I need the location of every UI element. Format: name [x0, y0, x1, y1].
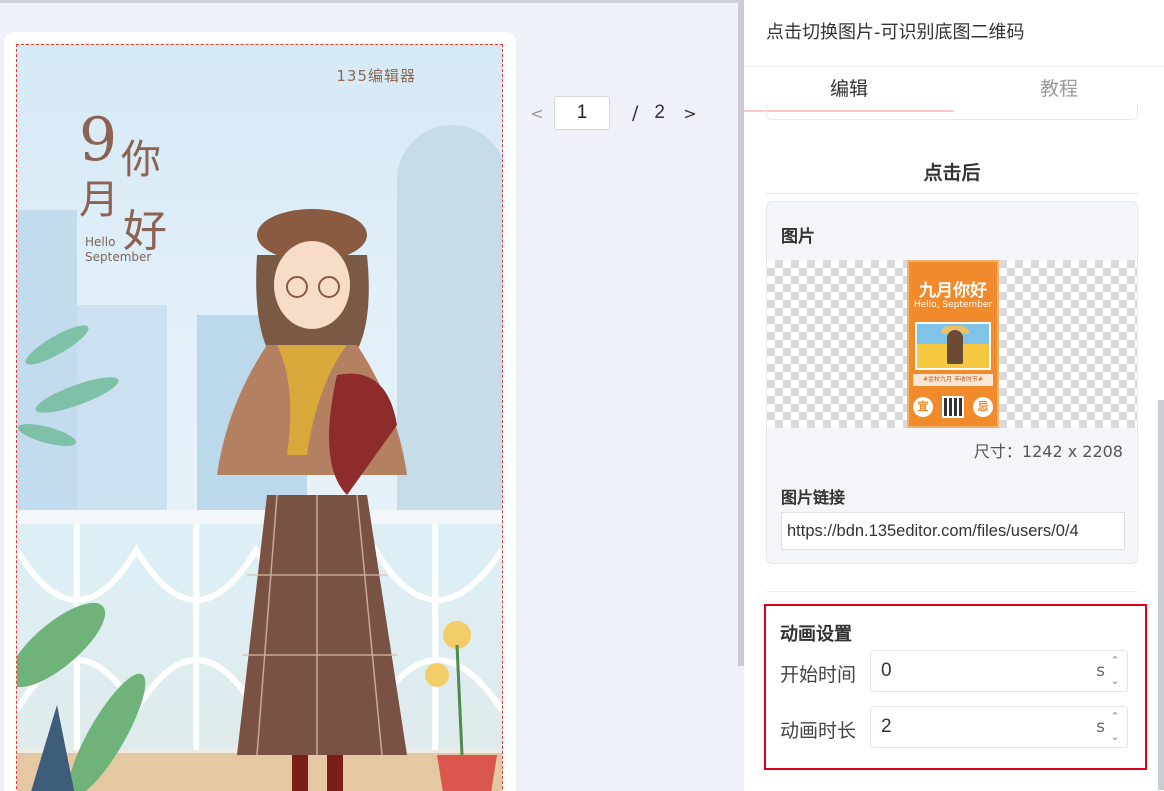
panel-scrollbar[interactable]	[1158, 400, 1164, 790]
panel-title: 点击切换图片-可识别底图二维码	[766, 22, 1025, 43]
leaf-decoration	[17, 325, 119, 446]
next-page-button[interactable]: >	[681, 104, 699, 123]
plant-decoration	[17, 602, 146, 791]
thumbnail-footer: 宜 忌	[913, 390, 993, 424]
image-link-input[interactable]: https://bdn.135editor.com/files/users/0/…	[781, 512, 1125, 550]
poster-brand-text: 135编辑器	[336, 67, 416, 85]
page-total: 2	[654, 102, 665, 123]
thumbnail-subtitle: Hello, September	[913, 300, 993, 310]
thumbnail-banner: #金秋九月 丰收时节#	[913, 374, 993, 386]
image-preview-area[interactable]: 九月你好 Hello, September #金秋九月 丰收时节# 宜 忌	[767, 260, 1137, 428]
divider	[766, 193, 1138, 194]
poster-hello-line2: September	[85, 250, 152, 264]
top-edge-line	[0, 0, 740, 3]
prev-page-button[interactable]: <	[528, 104, 546, 123]
thumbnail-title: 九月你好	[919, 281, 987, 301]
decrement-icon[interactable]: ⌄	[1109, 730, 1121, 744]
image-size-text: 尺寸：1242 x 2208	[973, 442, 1123, 461]
section-heading: 点击后	[923, 162, 981, 184]
duration-unit: s	[1096, 717, 1105, 737]
start-time-unit: s	[1096, 661, 1105, 681]
poster-title-yue: 月	[79, 177, 119, 223]
page-pager: < 1 / 2 >	[528, 96, 699, 130]
decrement-icon[interactable]: ⌄	[1109, 674, 1121, 688]
thumbnail-right-badge: 忌	[973, 397, 993, 417]
increment-icon[interactable]: ⌃	[1109, 710, 1121, 724]
start-time-input[interactable]: 0 s ⌃ ⌄	[870, 650, 1128, 692]
poster-image[interactable]: 135编辑器 9 你 月 好 Hello September	[16, 44, 503, 791]
start-time-label: 开始时间	[780, 664, 857, 686]
farmer-figure	[947, 330, 963, 364]
start-time-value: 0	[881, 660, 892, 681]
image-label: 图片	[781, 227, 815, 247]
girl-illustration	[217, 209, 407, 791]
thumbnail-left-badge: 宜	[913, 397, 933, 417]
page-number-input[interactable]: 1	[554, 96, 610, 130]
poster-title-ni: 你	[121, 137, 161, 183]
previous-card-edge	[766, 104, 1138, 120]
duration-input[interactable]: 2 s ⌃ ⌄	[870, 706, 1128, 748]
divider	[766, 591, 1138, 592]
image-card: 图片 九月你好 Hello, September #金秋九月 丰收时节# 宜 忌…	[766, 201, 1138, 564]
animation-settings: 动画设置 开始时间 0 s ⌃ ⌄ 动画时长 2 s ⌃ ⌄	[764, 604, 1147, 770]
page-separator: /	[632, 102, 639, 124]
increment-icon[interactable]: ⌃	[1109, 654, 1121, 668]
animation-settings-title: 动画设置	[780, 624, 852, 645]
duration-label: 动画时长	[780, 720, 857, 742]
poster-hello-line1: Hello	[85, 235, 116, 249]
image-thumbnail[interactable]: 九月你好 Hello, September #金秋九月 丰收时节# 宜 忌	[907, 260, 999, 428]
poster-title-nine: 9	[79, 105, 118, 175]
image-link-label: 图片链接	[781, 488, 846, 507]
qr-code-icon	[942, 396, 964, 418]
thumbnail-scene	[915, 322, 991, 370]
settings-panel: 点击切换图片-可识别底图二维码 编辑 教程 点击后 图片 九月你好 Hello,…	[744, 0, 1164, 791]
duration-value: 2	[881, 716, 892, 737]
poster-hello-text: Hello September	[85, 235, 151, 265]
